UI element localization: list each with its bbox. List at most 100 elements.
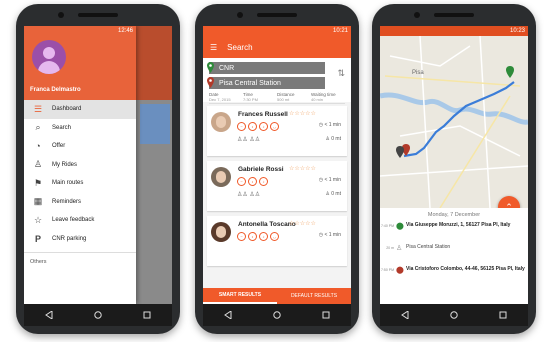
rating-stars: ☆☆☆☆☆	[289, 166, 316, 172]
system-nav-bar	[380, 304, 528, 326]
system-nav-bar	[24, 304, 172, 326]
menu-item-label: Dashboard	[52, 106, 82, 113]
walk-distance: 0 mt	[331, 136, 341, 142]
time-input[interactable]: 7:30 PM	[243, 97, 277, 104]
avatar	[211, 222, 231, 242]
list-icon: ☰	[33, 103, 43, 114]
back-icon[interactable]	[223, 311, 232, 319]
map-screen: 10:23 Pisa ⌃ Monday, 7 December 7:40 PM …	[380, 26, 528, 304]
walk-icon: ♙	[325, 191, 330, 197]
driver-name: Gabriele Rossi	[238, 166, 284, 173]
calendar-icon: ▦	[33, 196, 43, 207]
tab-smart-results[interactable]: SMART RESULTS	[203, 288, 277, 304]
speaker	[434, 13, 474, 17]
badges: ~ • ♪ ◡	[237, 232, 279, 241]
avatar[interactable]	[32, 40, 66, 74]
drawer-header: 12:46 Franca Delmastro	[24, 26, 136, 100]
menu-item-my-rides[interactable]: ♙ My Rides	[24, 156, 136, 175]
status-time: 10:21	[332, 28, 348, 34]
front-camera	[237, 12, 243, 18]
menu-item-offer[interactable]: ◔ Offer	[24, 137, 136, 156]
stop-time: 7:50 PM	[380, 268, 394, 272]
hamburger-menu-icon[interactable]: ☰	[210, 43, 217, 52]
back-icon[interactable]	[44, 311, 53, 319]
status-bar: 12:46	[24, 26, 136, 36]
menu-item-label: Main routes	[52, 180, 84, 187]
menu-item-reminders[interactable]: ▦ Reminders	[24, 193, 136, 212]
speaker	[257, 13, 297, 17]
map-city-label: Pisa	[412, 70, 424, 76]
stop-origin[interactable]: 7:40 PM ⬤ Via Giuseppe Moruzzi, 1, 56127…	[380, 222, 528, 244]
walk-distance: 0 mt	[331, 191, 341, 197]
avatar	[211, 167, 231, 187]
menu-item-leave-feedback[interactable]: ☆ Leave feedback	[24, 211, 136, 230]
signpost-icon: ⚑	[33, 177, 43, 188]
system-nav-bar	[203, 304, 351, 326]
clock-icon: ◷	[318, 177, 324, 183]
front-camera	[414, 12, 420, 18]
stop-time: 7:40 PM	[380, 224, 394, 228]
recents-icon[interactable]	[499, 311, 507, 319]
search-icon: ⌕	[35, 122, 41, 133]
pet-icon: •	[248, 122, 257, 131]
home-icon[interactable]	[273, 311, 281, 319]
recents-icon[interactable]	[143, 311, 151, 319]
star-icon: ☆	[33, 214, 43, 225]
recents-icon[interactable]	[322, 311, 330, 319]
stop-address: Pisa Central Station	[406, 244, 451, 250]
others-section: Others	[24, 252, 136, 265]
menu-item-main-routes[interactable]: ⚑ Main routes	[24, 174, 136, 193]
map-canvas	[380, 36, 528, 208]
menu-item-label: Search	[52, 124, 72, 131]
tab-default-results[interactable]: DEFAULT RESULTS	[277, 288, 351, 304]
menu-item-label: My Rides	[52, 161, 78, 168]
smoke-icon: ~	[237, 177, 246, 186]
driver-name: Frances Russell	[238, 111, 288, 118]
menu-item-search[interactable]: ⌕ Search	[24, 119, 136, 138]
walk-icon: ♙	[396, 245, 403, 252]
passengers-icon: ♙♙ ♙♙	[237, 192, 261, 198]
home-icon[interactable]	[94, 311, 102, 319]
results-tabs: SMART RESULTS DEFAULT RESULTS	[203, 288, 351, 304]
list-item[interactable]: Gabriele Rossi ☆☆☆☆☆ ~ • ♪ ♙♙ ♙♙ ◷ < 1 m…	[207, 161, 347, 211]
menu-item-label: CNR parking	[52, 235, 87, 242]
menu-item-dashboard[interactable]: ☰ Dashboard	[24, 100, 136, 119]
origin-value: CNR	[219, 64, 235, 72]
menu-item-label: Reminders	[52, 198, 82, 205]
swap-icon[interactable]: ⇅	[337, 68, 345, 79]
drawer-screen: 12:46 Franca Delmastro ☰ Dashboard ⌕ Sea…	[24, 26, 172, 304]
talk-icon: ◡	[270, 232, 279, 241]
destination-value: Pisa Central Station	[219, 79, 281, 87]
phone-search: 10:21 ☰ Search CNR Pisa Central Station …	[195, 4, 359, 334]
route-map[interactable]: Pisa	[380, 36, 528, 208]
destination-field[interactable]: Pisa Central Station	[207, 77, 325, 89]
back-icon[interactable]	[400, 311, 409, 319]
music-icon: ♪	[259, 177, 268, 186]
menu-item-cnr-parking[interactable]: P CNR parking	[24, 230, 136, 249]
status-bar: 10:23	[380, 26, 528, 36]
phone-drawer: 12:46 Franca Delmastro ☰ Dashboard ⌕ Sea…	[16, 4, 180, 334]
stop-time: 20 m	[386, 246, 394, 250]
distance-input[interactable]: 500 mt	[277, 97, 311, 104]
rating-stars: ☆☆☆☆☆	[289, 221, 316, 227]
speaker	[78, 13, 118, 17]
home-icon[interactable]	[450, 311, 458, 319]
list-item[interactable]: Frances Russell ☆☆☆☆☆ ~ • ♪ ◡ ♙♙ ♙♙ ◷ < …	[207, 106, 347, 156]
waiting-input[interactable]: 40 min	[311, 97, 345, 104]
walk-icon: ♙	[325, 136, 330, 142]
origin-pin-icon	[207, 62, 214, 73]
date-input[interactable]: Dec 7, 2015	[209, 97, 243, 104]
origin-field[interactable]: CNR	[207, 62, 325, 74]
stop-destination[interactable]: 7:50 PM ⬤ Via Cristoforo Colombo, 44-46,…	[380, 266, 528, 288]
status-time: 10:23	[509, 28, 525, 34]
itinerary-date: Monday, 7 December	[427, 212, 481, 218]
phone-map: 10:23 Pisa ⌃ Monday, 7 December 7:40 PM …	[372, 4, 536, 334]
pet-icon: •	[248, 232, 257, 241]
rides-icon: ♙	[33, 159, 43, 170]
stop-middle[interactable]: 20 m ♙ Pisa Central Station	[380, 244, 528, 266]
wait-time: < 1 min	[324, 122, 341, 128]
list-item[interactable]: Antonella Toscano ☆☆☆☆☆ ~ • ♪ ◡ ◷ < 1 mi…	[207, 216, 347, 266]
status-time: 12:46	[117, 28, 133, 34]
passengers-icon: ♙♙ ♙♙	[237, 137, 261, 143]
stop-address: Via Cristoforo Colombo, 44-46, 56125 Pis…	[406, 266, 525, 272]
